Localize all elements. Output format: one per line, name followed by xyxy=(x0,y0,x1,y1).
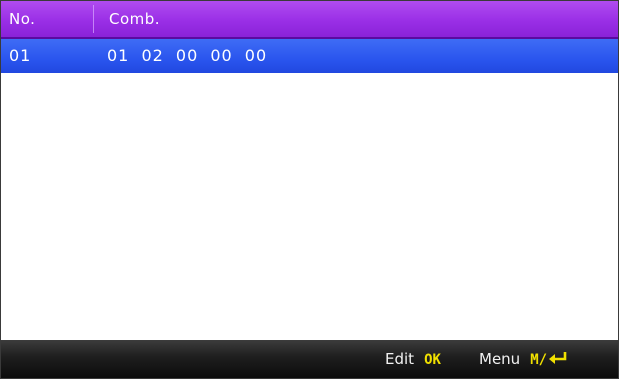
row-number: 01 xyxy=(9,46,32,65)
device-screen: No. Comb. 01 01 02 00 00 00 Edit OK Menu M… xyxy=(0,0,619,379)
footer-bar: Edit OK Menu M/ xyxy=(1,340,618,378)
column-header-comb: Comb. xyxy=(109,10,161,28)
column-divider xyxy=(93,5,94,33)
table-header: No. Comb. xyxy=(1,1,618,39)
menu-softkey[interactable]: Menu M/ xyxy=(479,340,568,378)
row-combination: 01 02 00 00 00 xyxy=(107,46,268,65)
ok-key-label: OK xyxy=(424,352,441,368)
edit-label: Edit xyxy=(385,350,415,368)
menu-label: Menu xyxy=(479,350,521,368)
table-row[interactable]: 01 01 02 00 00 00 xyxy=(1,39,618,73)
menu-key-label: M/ xyxy=(530,352,548,368)
column-header-no: No. xyxy=(9,10,36,28)
enter-arrow-icon xyxy=(548,341,568,379)
edit-softkey[interactable]: Edit OK xyxy=(385,340,441,378)
